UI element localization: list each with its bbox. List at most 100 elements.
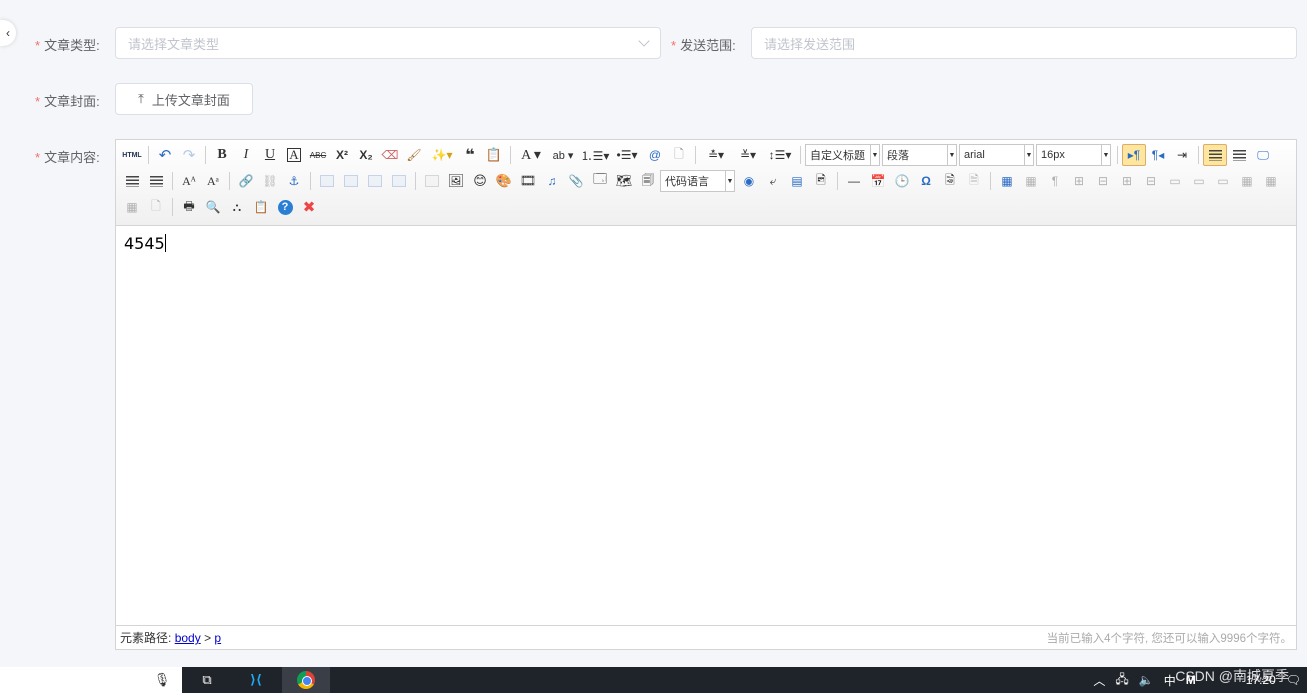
- uppercase-button[interactable]: Aᴬ: [177, 170, 201, 192]
- insert-row-button[interactable]: ⊞: [1067, 170, 1091, 192]
- music-button[interactable]: ♫: [540, 170, 564, 192]
- insert-col-button[interactable]: ⊞: [1115, 170, 1139, 192]
- editor-content[interactable]: 4545: [116, 226, 1296, 626]
- microphone-button[interactable]: 🎙: [152, 667, 172, 693]
- insert-paragraph-before-table-button[interactable]: ¶: [1043, 170, 1067, 192]
- image-none-button[interactable]: [315, 170, 339, 192]
- word-upload-button[interactable]: 🗎: [962, 170, 986, 192]
- map-button[interactable]: 🗺: [612, 170, 636, 192]
- print-button[interactable]: 🖶: [177, 196, 201, 218]
- send-scope-select[interactable]: 请选择发送范围: [751, 27, 1297, 59]
- attachment-button[interactable]: 📎: [564, 170, 588, 192]
- insert-table-button[interactable]: ▦: [995, 170, 1019, 192]
- insert-video-button[interactable]: 🎞: [516, 170, 540, 192]
- code-language-select[interactable]: 代码语言 ▼: [660, 170, 735, 192]
- image-center-button[interactable]: [387, 170, 411, 192]
- vscode-taskbar-button[interactable]: ⟩⟨: [242, 667, 270, 693]
- undo-button[interactable]: ↶: [153, 144, 177, 166]
- bold-button[interactable]: B: [210, 144, 234, 166]
- align-left-button[interactable]: [1203, 144, 1227, 166]
- insert-time-button[interactable]: 🕒: [890, 170, 914, 192]
- background-button[interactable]: 🖻: [809, 170, 833, 192]
- direction-ltr-button[interactable]: ▸¶: [1122, 144, 1146, 166]
- emoticon-button[interactable]: 😊: [468, 170, 492, 192]
- italic-button[interactable]: I: [234, 144, 258, 166]
- image-right-button[interactable]: [363, 170, 387, 192]
- ordered-list-button[interactable]: ⒈☰▾: [579, 144, 611, 166]
- lowercase-button[interactable]: Aᵃ: [201, 170, 225, 192]
- merge-cells-button[interactable]: ▭: [1163, 170, 1187, 192]
- paragraph-spacing-bottom-button[interactable]: ≚▾: [732, 144, 764, 166]
- background-color-button[interactable]: ab ▾: [547, 144, 579, 166]
- fullscreen-button[interactable]: 🖵: [1251, 144, 1275, 166]
- split-cols-button[interactable]: ▦: [120, 196, 144, 218]
- strikethrough-button[interactable]: ABC: [306, 144, 330, 166]
- insert-code-button[interactable]: 🗐: [636, 170, 660, 192]
- unordered-list-button[interactable]: •☰▾: [611, 144, 643, 166]
- link-button[interactable]: 🔗: [234, 170, 258, 192]
- page-break-button[interactable]: ⤶: [761, 170, 785, 192]
- insert-frame-button[interactable]: 🗔: [588, 170, 612, 192]
- align-center-button[interactable]: [1227, 144, 1251, 166]
- article-type-select[interactable]: 请选择文章类型: [115, 27, 661, 59]
- superscript-button[interactable]: X²: [330, 144, 354, 166]
- volume-icon[interactable]: 🔈: [1139, 673, 1154, 687]
- merge-down-button[interactable]: ▭: [1211, 170, 1235, 192]
- direction-rtl-button[interactable]: ¶◂: [1146, 144, 1170, 166]
- chrome-taskbar-button[interactable]: [282, 667, 330, 693]
- delete-col-button[interactable]: ⊟: [1139, 170, 1163, 192]
- network-icon[interactable]: 🖧: [1115, 670, 1128, 691]
- special-char-button[interactable]: Ω: [914, 170, 938, 192]
- chart-button[interactable]: 🗋: [144, 196, 168, 218]
- anchor-text-button[interactable]: @: [643, 144, 667, 166]
- drafts-button[interactable]: 📋: [249, 196, 273, 218]
- ime-indicator[interactable]: 中: [1164, 672, 1176, 689]
- chevron-up-icon[interactable]: ︿: [1093, 672, 1105, 689]
- insert-date-button[interactable]: 📅: [866, 170, 890, 192]
- blockquote-button[interactable]: ❝: [458, 144, 482, 166]
- unlink-button[interactable]: ⛓: [258, 170, 282, 192]
- path-link-p[interactable]: p: [214, 631, 221, 645]
- format-match-button[interactable]: 🖌: [402, 144, 426, 166]
- word-image-button[interactable]: 🗟: [938, 170, 962, 192]
- template-button[interactable]: ▤: [785, 170, 809, 192]
- font-border-button[interactable]: A: [282, 144, 306, 166]
- simple-upload-button[interactable]: [420, 170, 444, 192]
- font-color-button[interactable]: A ▾: [515, 144, 547, 166]
- line-height-button[interactable]: ↕☰▾: [764, 144, 796, 166]
- custom-title-select[interactable]: 自定义标题 ▼: [805, 144, 880, 166]
- align-right-button[interactable]: [120, 170, 144, 192]
- split-cells-button[interactable]: ▦: [1235, 170, 1259, 192]
- insert-image-button[interactable]: 🖼: [444, 170, 468, 192]
- font-size-select[interactable]: 16px ▼: [1036, 144, 1111, 166]
- paragraph-spacing-top-button[interactable]: ≛▾: [700, 144, 732, 166]
- task-view-button[interactable]: ⧉: [195, 667, 219, 693]
- preview-button[interactable]: 🔍: [201, 196, 225, 218]
- redo-button[interactable]: ↷: [177, 144, 201, 166]
- anchor-button[interactable]: ⚓: [282, 170, 306, 192]
- auto-typeset-button[interactable]: ✨▾: [426, 144, 458, 166]
- search-replace-button[interactable]: ⛬: [225, 196, 249, 218]
- underline-button[interactable]: U: [258, 144, 282, 166]
- paste-plain-button[interactable]: 📋: [482, 144, 506, 166]
- new-doc-button[interactable]: 🗋: [667, 144, 691, 166]
- help-button[interactable]: ?: [273, 196, 297, 218]
- delete-row-button[interactable]: ⊟: [1091, 170, 1115, 192]
- remove-format-button[interactable]: ⌫: [378, 144, 402, 166]
- horizontal-rule-button[interactable]: —: [842, 170, 866, 192]
- paragraph-format-select[interactable]: 段落 ▼: [882, 144, 957, 166]
- delete-table-button[interactable]: ▦: [1019, 170, 1043, 192]
- align-justify-button[interactable]: [144, 170, 168, 192]
- image-left-button[interactable]: [339, 170, 363, 192]
- scrawl-button[interactable]: 🎨: [492, 170, 516, 192]
- merge-right-button[interactable]: ▭: [1187, 170, 1211, 192]
- html-source-button[interactable]: HTML: [120, 144, 144, 166]
- xiumi-button[interactable]: ✖: [297, 196, 321, 218]
- path-link-body[interactable]: body: [175, 631, 201, 645]
- font-family-select[interactable]: arial ▼: [959, 144, 1034, 166]
- upload-cover-button[interactable]: ⤒ 上传文章封面: [115, 83, 253, 115]
- subscript-button[interactable]: X₂: [354, 144, 378, 166]
- split-rows-button[interactable]: ▦: [1259, 170, 1283, 192]
- indent-button[interactable]: ⇥: [1170, 144, 1194, 166]
- webapp-button[interactable]: ◉: [737, 170, 761, 192]
